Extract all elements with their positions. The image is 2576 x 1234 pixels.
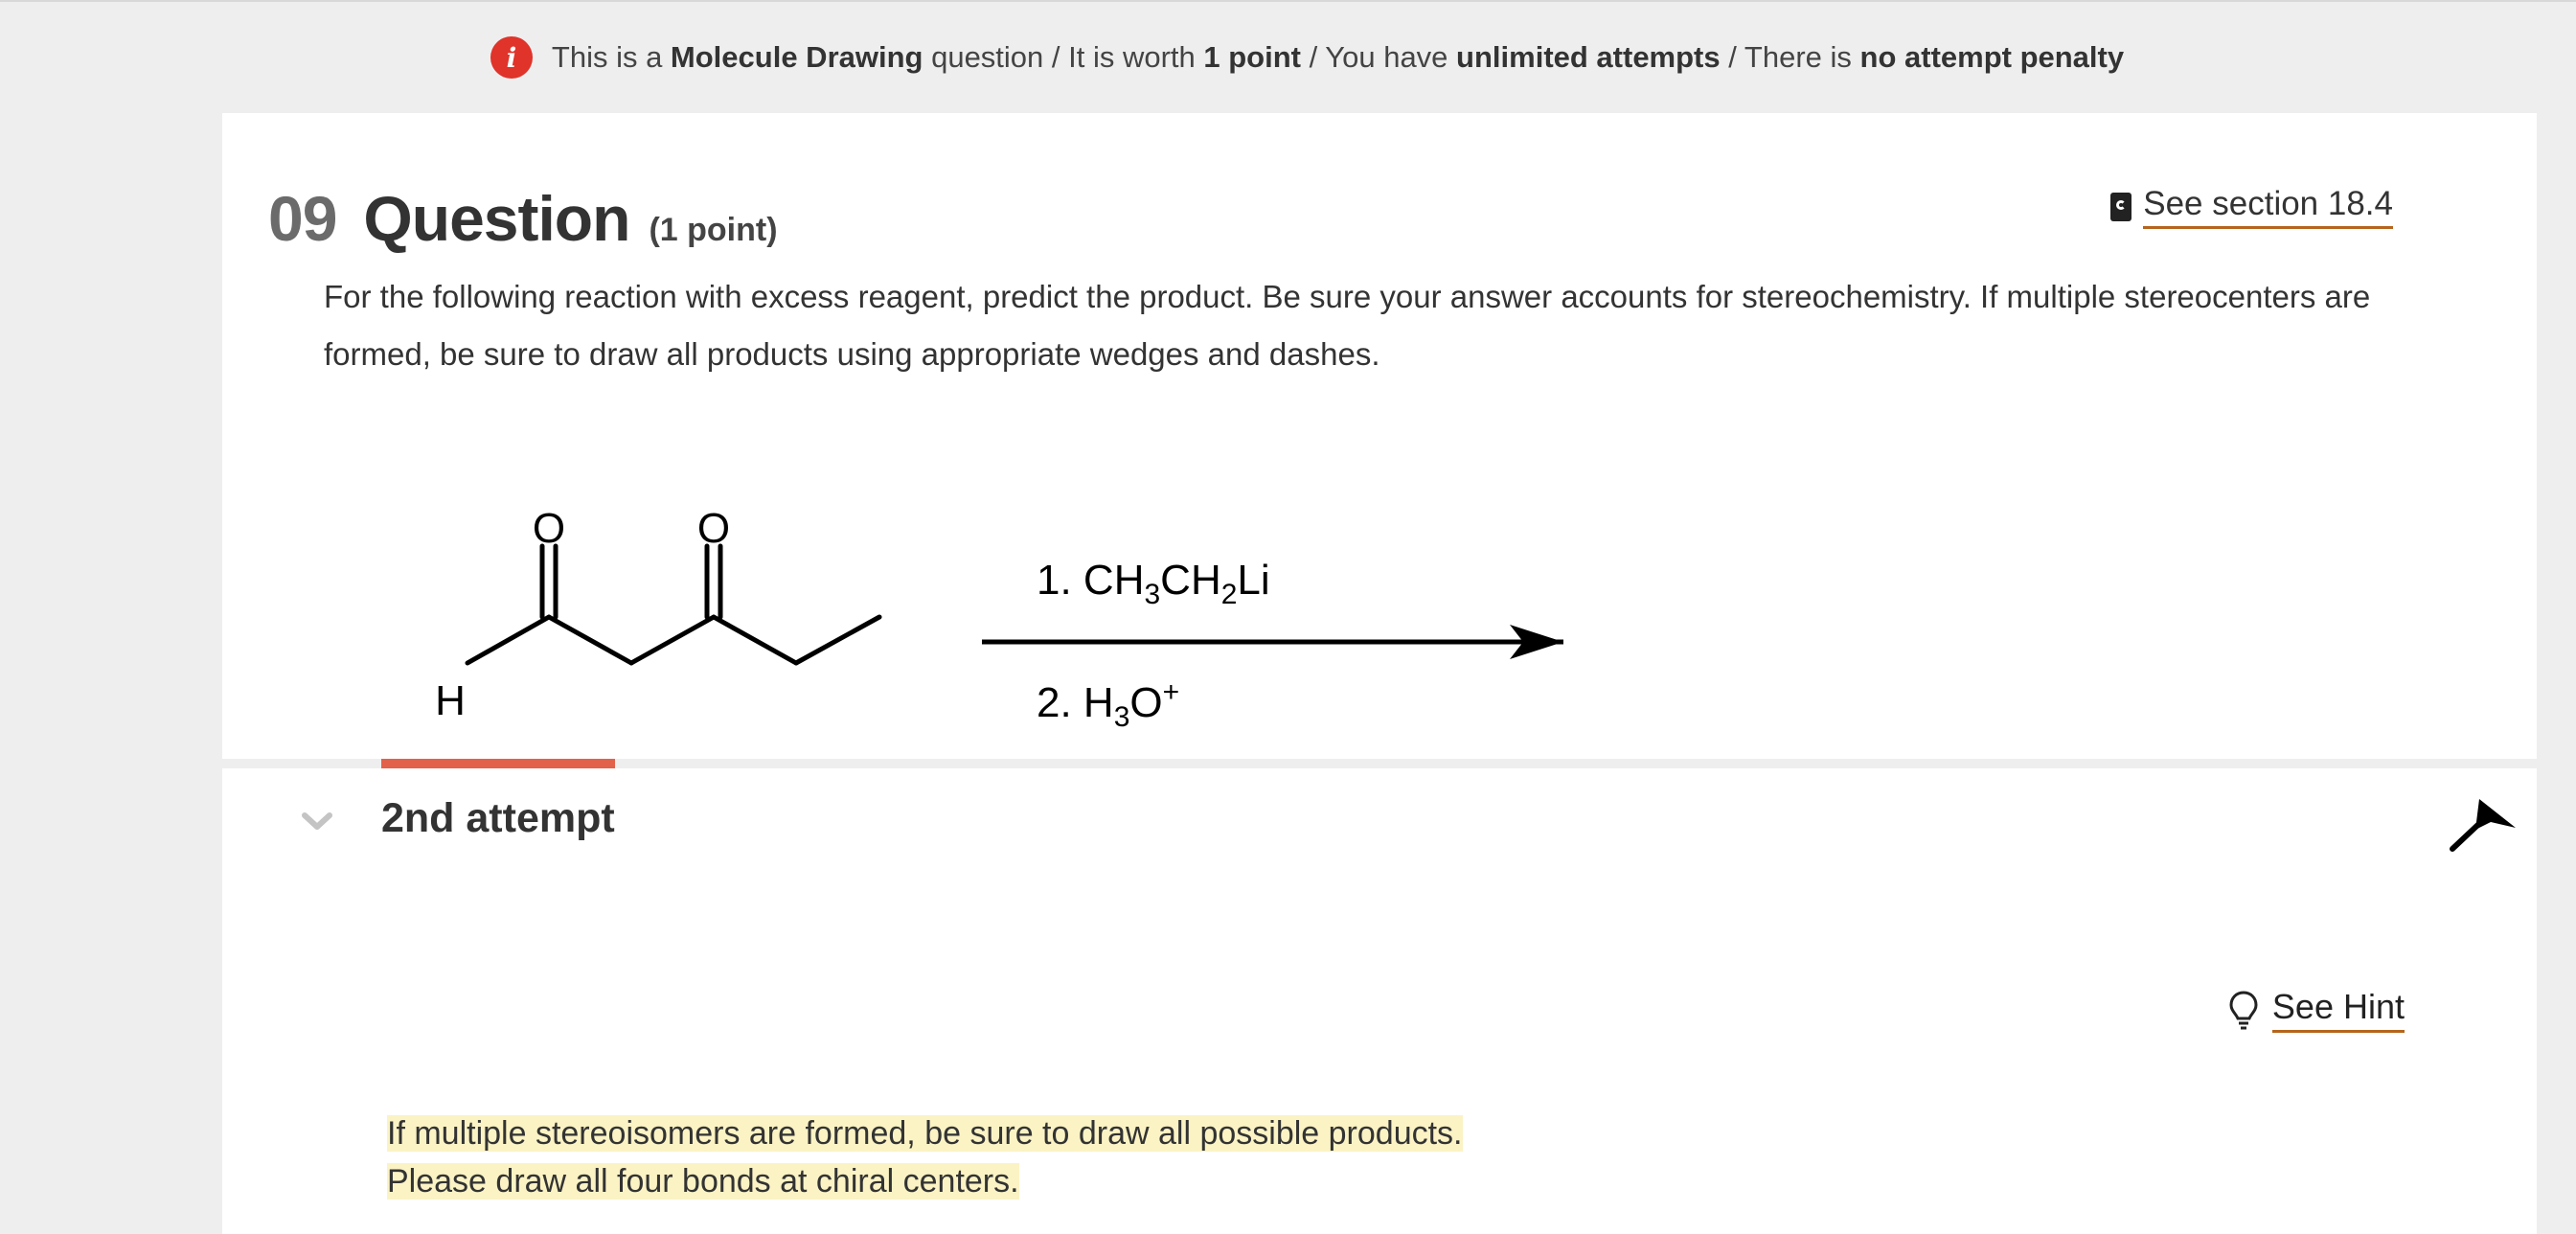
info-text-2: question / It is worth <box>923 40 1204 74</box>
reagent-1-prefix: 1. CH <box>1037 557 1144 604</box>
note-stereoisomers: If multiple stereoisomers are formed, be… <box>387 1115 1463 1152</box>
oxygen-atom-1: O <box>533 505 565 552</box>
question-card: 09 Question (1 point) See section 18.4 F… <box>222 113 2537 1234</box>
info-attempts: unlimited attempts <box>1456 40 1721 74</box>
info-points: 1 point <box>1203 40 1301 74</box>
attempt-label: 2nd attempt <box>381 795 615 841</box>
info-text-3: / You have <box>1301 40 1457 74</box>
reagent-2-sup: + <box>1163 676 1180 708</box>
see-section-label: See section 18.4 <box>2143 185 2393 229</box>
chevron-down-icon[interactable] <box>301 805 333 837</box>
see-section-link[interactable]: See section 18.4 <box>2110 185 2393 229</box>
info-icon: i <box>490 36 533 79</box>
question-prompt: For the following reaction with excess r… <box>324 279 2371 372</box>
reagent-1-sub-2: 2 <box>1221 579 1238 610</box>
oxygen-atom-2: O <box>697 505 730 552</box>
reagent-1-suffix: Li <box>1237 557 1269 604</box>
question-number: 09 <box>268 183 337 254</box>
question-points: (1 point) <box>649 212 778 248</box>
see-hint-link[interactable]: See Hint <box>2228 987 2405 1033</box>
ebook-icon <box>2110 193 2132 221</box>
question-info-bar: i This is a Molecule Drawing question / … <box>0 0 2576 113</box>
info-text-1: This is a <box>551 40 671 74</box>
note-chiral-bonds: Please draw all four bonds at chiral cen… <box>387 1163 1019 1200</box>
reagent-2-mid: O <box>1129 679 1162 726</box>
reactant-molecule <box>465 543 882 666</box>
reagent-1-mid: CH <box>1160 557 1221 604</box>
lightbulb-icon <box>2229 991 2258 1030</box>
reagent-2-sub: 3 <box>1114 701 1130 733</box>
attempt-accent-bar <box>381 759 615 768</box>
info-penalty: no attempt penalty <box>1859 40 2125 74</box>
see-hint-label: See Hint <box>2271 987 2405 1033</box>
info-text-4: / There is <box>1720 40 1860 74</box>
hydrogen-atom: H <box>435 677 466 724</box>
reagent-1: 1. CH3CH2Li <box>1037 557 1270 610</box>
question-title: Question <box>363 183 630 254</box>
question-header: 09 Question (1 point) <box>268 182 778 255</box>
reagent-1-sub-1: 3 <box>1144 579 1160 610</box>
expand-collapse-icon[interactable] <box>2449 795 2516 853</box>
reagent-2-prefix: 2. H <box>1037 679 1114 726</box>
reagent-2: 2. H3O+ <box>1037 676 1179 733</box>
info-question-type: Molecule Drawing <box>670 40 923 74</box>
reaction-scheme: O O H 1. CH3CH2Li 2. H3O+ <box>435 505 1563 733</box>
reaction-arrow <box>982 625 1563 659</box>
instruction-notes: If multiple stereoisomers are formed, be… <box>387 1109 1463 1205</box>
